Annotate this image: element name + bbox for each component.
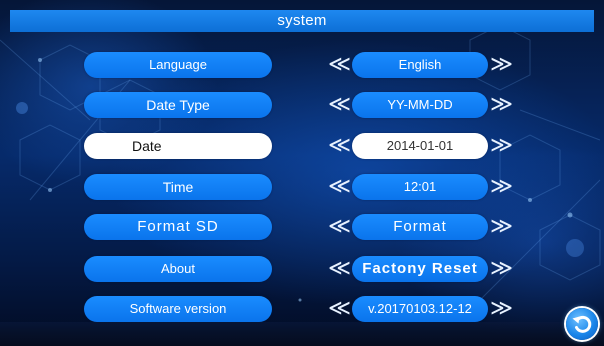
factory-reset-button[interactable]: Factony Reset xyxy=(352,256,488,282)
about-next-arrow[interactable]: ≫ xyxy=(490,256,513,282)
background-network-graphic xyxy=(0,23,601,302)
software-version-next-arrow[interactable]: ≫ xyxy=(490,296,513,322)
software-version-button[interactable]: Software version xyxy=(84,296,272,322)
date-button[interactable]: Date xyxy=(84,133,272,159)
system-screen: system Language ≪ English ≫ Date Type ≪ … xyxy=(0,0,604,346)
software-version-value[interactable]: v.20170103.12-12 xyxy=(352,296,488,322)
date-type-value[interactable]: YY-MM-DD xyxy=(352,92,488,118)
about-prev-arrow[interactable]: ≪ xyxy=(328,256,351,282)
back-button[interactable] xyxy=(566,308,598,340)
time-value[interactable]: 12:01 xyxy=(352,174,488,200)
time-button[interactable]: Time xyxy=(84,174,272,200)
back-icon xyxy=(572,315,592,333)
format-button[interactable]: Format xyxy=(352,214,488,240)
date-prev-arrow[interactable]: ≪ xyxy=(328,133,351,159)
time-next-arrow[interactable]: ≫ xyxy=(490,174,513,200)
title-bar: system xyxy=(10,10,594,32)
format-sd-next-arrow[interactable]: ≫ xyxy=(490,214,513,240)
software-version-prev-arrow[interactable]: ≪ xyxy=(328,296,351,322)
format-sd-prev-arrow[interactable]: ≪ xyxy=(328,214,351,240)
date-next-arrow[interactable]: ≫ xyxy=(490,133,513,159)
date-value[interactable]: 2014-01-01 xyxy=(352,133,488,159)
language-button[interactable]: Language xyxy=(84,52,272,78)
bottom-band xyxy=(0,322,604,346)
format-sd-button[interactable]: Format SD xyxy=(84,214,272,240)
language-next-arrow[interactable]: ≫ xyxy=(490,52,513,78)
date-type-next-arrow[interactable]: ≫ xyxy=(490,92,513,118)
language-prev-arrow[interactable]: ≪ xyxy=(328,52,351,78)
language-value[interactable]: English xyxy=(352,52,488,78)
about-button[interactable]: About xyxy=(84,256,272,282)
date-type-prev-arrow[interactable]: ≪ xyxy=(328,92,351,118)
date-type-button[interactable]: Date Type xyxy=(84,92,272,118)
time-prev-arrow[interactable]: ≪ xyxy=(328,174,351,200)
